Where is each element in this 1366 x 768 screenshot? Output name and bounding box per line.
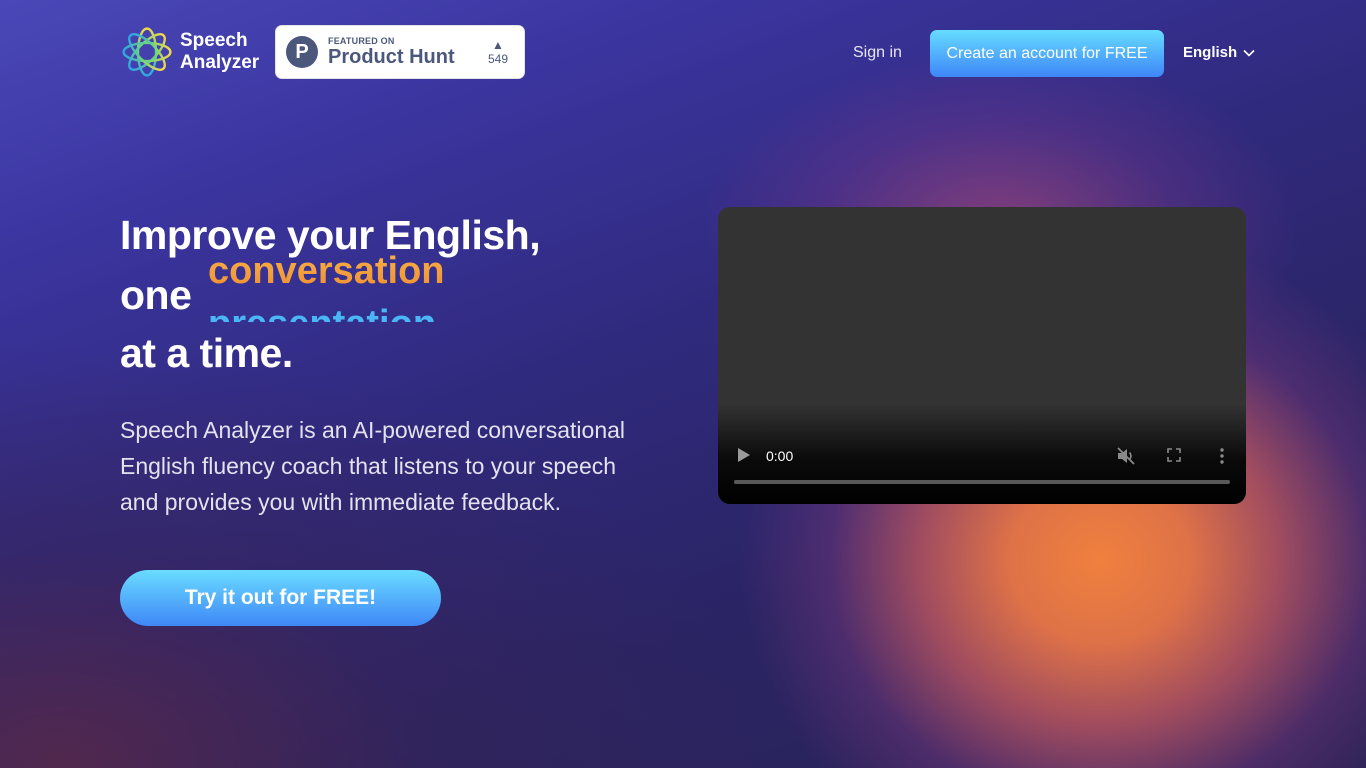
language-selector[interactable]: English <box>1183 44 1255 61</box>
featured-on-label: FEATURED ON <box>328 36 395 46</box>
rotating-word-next: presentation <box>208 303 436 322</box>
video-progress-track[interactable] <box>734 480 1230 484</box>
mute-icon[interactable] <box>1116 446 1136 466</box>
product-hunt-logo-icon: P <box>286 36 318 68</box>
try-free-button[interactable]: Try it out for FREE! <box>120 570 441 626</box>
hero-description: Speech Analyzer is an AI-powered convers… <box>120 417 626 515</box>
product-hunt-badge[interactable]: P FEATURED ON Product Hunt ▲ 549 <box>275 25 525 79</box>
brand-name-line2: Analyzer <box>180 52 260 73</box>
chevron-down-icon <box>1243 49 1255 57</box>
brand-name: Speech Analyzer <box>180 30 259 74</box>
demo-video-player[interactable]: 0:00 <box>718 207 1246 504</box>
product-hunt-name: Product Hunt <box>328 46 455 68</box>
headline-line-3: at a time. <box>120 330 293 376</box>
brand-name-line1: Speech <box>180 30 248 51</box>
vote-count-value: 549 <box>487 52 508 66</box>
triangle-up-icon: ▲ <box>492 38 504 52</box>
more-options-icon[interactable] <box>1214 447 1230 465</box>
star-flower-logo-icon <box>122 27 172 77</box>
brand-logo[interactable]: Speech Analyzer <box>120 25 259 79</box>
video-time: 0:00 <box>766 448 794 464</box>
fullscreen-icon[interactable] <box>1166 447 1182 463</box>
rotating-word-current: conversation <box>208 250 445 292</box>
play-icon[interactable] <box>737 447 751 463</box>
headline-line-2-prefix: one <box>120 272 192 318</box>
create-account-button[interactable]: Create an account for FREE <box>930 30 1164 77</box>
rotating-word-container: conversation presentation <box>208 250 508 322</box>
language-selected: English <box>1183 44 1238 61</box>
upvote-count: ▲ 549 <box>488 38 508 66</box>
sign-in-link[interactable]: Sign in <box>853 44 902 62</box>
